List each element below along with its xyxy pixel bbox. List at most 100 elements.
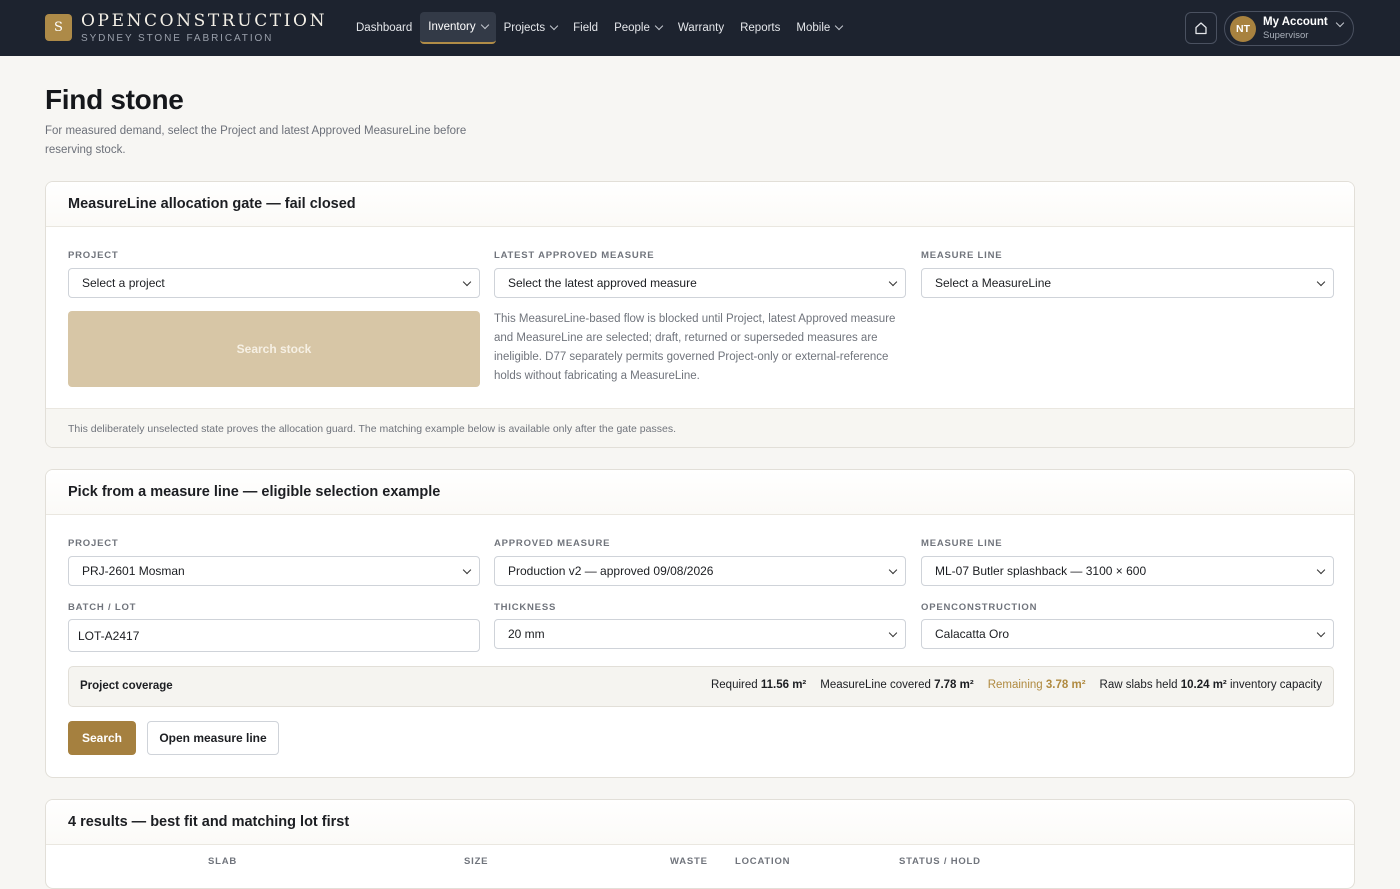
measure-line-select[interactable]: ML-07 Butler splashback — 3100 × 600 <box>921 556 1334 586</box>
approved-measure-select-value: Select the latest approved measure <box>508 276 697 290</box>
column-header-location[interactable]: LOCATION <box>735 856 790 867</box>
remaining-stat: Remaining 3.78 m² <box>988 679 1086 691</box>
approved-measure-select[interactable]: Select the latest approved measure <box>494 268 906 298</box>
remaining-value: 3.78 m² <box>1045 679 1086 691</box>
measure-line-label: MEASURE LINE <box>921 538 1003 549</box>
brand-subtitle: SYDNEY STONE FABRICATION <box>81 33 274 44</box>
account-name: My Account <box>1263 16 1328 28</box>
nav-label: Warranty <box>677 22 725 34</box>
required-stat: Required 11.56 m² <box>711 679 806 691</box>
thickness-label: THICKNESS <box>494 602 557 613</box>
approved-measure-select-value: Production v2 — approved 09/08/2026 <box>508 564 714 578</box>
chevron-down-icon <box>1335 18 1345 28</box>
project-select[interactable]: Select a project <box>68 268 480 298</box>
home-icon <box>1195 22 1207 35</box>
page-title: Find stone <box>45 84 184 115</box>
material-select-value: Calacatta Oro <box>935 627 1010 641</box>
nav-label: Dashboard <box>356 22 413 34</box>
required-label: Required <box>710 679 758 691</box>
brand-name[interactable]: OPENCONSTRUCTION <box>81 11 327 31</box>
nav-label: Field <box>573 22 599 34</box>
required-value: 11.56 m² <box>760 679 807 691</box>
held-value: 10.24 m² <box>1180 679 1227 691</box>
nav-item-mobile[interactable]: Mobile <box>788 12 850 44</box>
remaining-label: Remaining <box>987 679 1043 691</box>
nav-label: Reports <box>740 22 781 34</box>
measure-label: APPROVED MEASURE <box>494 538 611 549</box>
brand-logo[interactable]: S <box>45 14 72 41</box>
main-nav: Dashboard Inventory Projects Field Peopl… <box>348 12 850 44</box>
chevron-down-icon <box>654 21 664 31</box>
pick-from-measure-line-card: Pick from a measure line — eligible sele… <box>45 469 1355 778</box>
project-select-value: Select a project <box>82 276 165 290</box>
results-title: 4 results — best fit and matching lot fi… <box>46 800 1354 845</box>
measure-line-select-value: ML-07 Butler splashback — 3100 × 600 <box>935 564 1147 578</box>
project-select-value: PRJ-2601 Mosman <box>82 564 185 578</box>
nav-label: People <box>614 22 650 34</box>
card-title: MeasureLine allocation gate — fail close… <box>46 182 1354 227</box>
measure-line-select-value: Select a MeasureLine <box>935 276 1052 290</box>
nav-item-dashboard[interactable]: Dashboard <box>348 12 420 44</box>
measure-line-label: MEASURE LINE <box>921 250 1003 261</box>
search-stock-button[interactable]: Search stock <box>68 311 480 387</box>
chevron-down-icon <box>1316 628 1326 638</box>
chevron-down-icon <box>888 628 898 638</box>
chevron-down-icon <box>888 277 898 287</box>
open-measure-line-button[interactable]: Open measure line <box>147 721 279 755</box>
account-role: Supervisor <box>1263 30 1309 41</box>
batch-lot-label: BATCH / LOT <box>68 602 137 613</box>
nav-item-projects[interactable]: Projects <box>496 12 566 44</box>
covered-stat: MeasureLine covered 7.78 m² <box>820 679 973 691</box>
chevron-down-icon <box>1316 277 1326 287</box>
chevron-down-icon <box>549 21 559 31</box>
project-coverage-panel: Project coverage Required 11.56 m² Measu… <box>68 666 1334 707</box>
chevron-down-icon <box>462 565 472 575</box>
avatar: NT <box>1230 16 1256 42</box>
coverage-label: Project coverage <box>80 680 173 692</box>
nav-label: Inventory <box>428 21 476 33</box>
column-header-slab[interactable]: SLAB <box>208 856 237 867</box>
measure-line-select[interactable]: Select a MeasureLine <box>921 268 1334 298</box>
thickness-select-value: 20 mm <box>508 627 545 641</box>
project-select[interactable]: PRJ-2601 Mosman <box>68 556 480 586</box>
covered-value: 7.78 m² <box>934 679 974 691</box>
brand-logo-letter: S <box>54 20 63 35</box>
held-suffix: inventory capacity <box>1229 679 1322 691</box>
nav-item-inventory[interactable]: Inventory <box>420 12 496 44</box>
material-select[interactable]: Calacatta Oro <box>921 619 1334 649</box>
card-title: Pick from a measure line — eligible sele… <box>46 470 1354 515</box>
nav-item-warranty[interactable]: Warranty <box>670 12 732 44</box>
chevron-down-icon <box>462 277 472 287</box>
nav-item-reports[interactable]: Reports <box>732 12 788 44</box>
measure-label: LATEST APPROVED MEASURE <box>494 250 655 261</box>
chevron-down-icon <box>835 21 844 31</box>
top-navigation-bar: S OPENCONSTRUCTION SYDNEY STONE FABRICAT… <box>0 0 1400 56</box>
held-label: Raw slabs held <box>1099 679 1178 691</box>
allocation-gate-card: MeasureLine allocation gate — fail close… <box>45 181 1355 448</box>
column-header-size[interactable]: SIZE <box>464 856 488 867</box>
approved-measure-select[interactable]: Production v2 — approved 09/08/2026 <box>494 556 906 586</box>
nav-item-field[interactable]: Field <box>565 12 606 44</box>
search-button[interactable]: Search <box>68 721 136 755</box>
batch-lot-input[interactable]: LOT-A2417 <box>68 619 480 652</box>
thickness-select[interactable]: 20 mm <box>494 619 906 649</box>
home-button[interactable] <box>1185 12 1217 44</box>
batch-lot-input-value: LOT-A2417 <box>78 628 140 643</box>
held-stat: Raw slabs held 10.24 m² inventory capaci… <box>1100 679 1322 691</box>
gate-footer-note: This deliberately unselected state prove… <box>46 408 1354 447</box>
chevron-down-icon <box>1316 565 1326 575</box>
chevron-down-icon <box>888 565 898 575</box>
nav-item-people[interactable]: People <box>606 12 670 44</box>
gate-note: This MeasureLine-based flow is blocked u… <box>494 313 896 382</box>
column-header-status-hold[interactable]: STATUS / HOLD <box>899 856 981 867</box>
page-subtitle: For measured demand, select the Project … <box>45 125 467 156</box>
nav-label: Mobile <box>796 22 831 34</box>
project-label: PROJECT <box>68 250 119 261</box>
nav-label: Projects <box>503 22 546 34</box>
column-header-waste[interactable]: WASTE <box>670 856 708 867</box>
material-label: OPENCONSTRUCTION <box>921 602 1038 613</box>
account-menu-button[interactable]: NT My Account Supervisor <box>1224 11 1354 46</box>
project-label: PROJECT <box>68 538 119 549</box>
coverage-stats: Required 11.56 m² MeasureLine covered 7.… <box>711 679 1322 691</box>
covered-label: MeasureLine covered <box>820 679 931 691</box>
